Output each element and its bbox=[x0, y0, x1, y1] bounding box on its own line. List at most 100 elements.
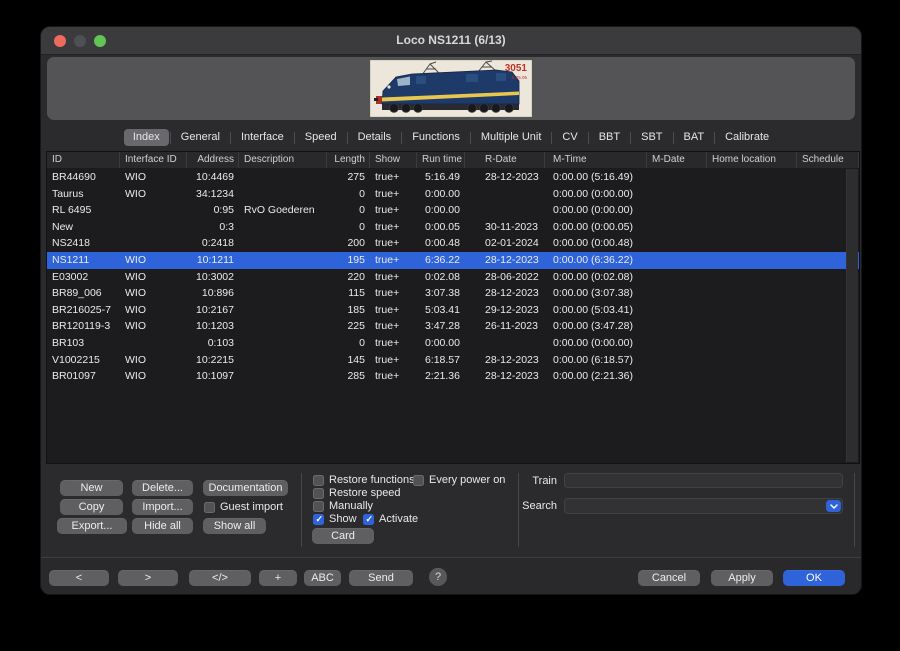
column-header-home-location[interactable]: Home location bbox=[707, 152, 797, 168]
cell: 28-12-2023 bbox=[465, 368, 545, 385]
table-row-br44690[interactable]: BR44690WIO10:4469275true+5:16.4928-12-20… bbox=[47, 169, 859, 186]
cell: WIO bbox=[120, 302, 187, 319]
cell bbox=[239, 352, 327, 369]
tab-bbt[interactable]: BBT bbox=[590, 129, 629, 146]
cell: 28-06-2022 bbox=[465, 269, 545, 286]
delete-button[interactable]: Delete... bbox=[132, 480, 193, 496]
footer-bar: < > </> + ABC Send ? Cancel Apply OK bbox=[41, 557, 861, 595]
tab-general[interactable]: General bbox=[172, 129, 229, 146]
column-header-show[interactable]: Show bbox=[370, 152, 417, 168]
tab-sbt[interactable]: SBT bbox=[632, 129, 671, 146]
show-all-button[interactable]: Show all bbox=[203, 518, 266, 534]
cell: WIO bbox=[120, 269, 187, 286]
cell: 02-01-2024 bbox=[465, 235, 545, 252]
cell bbox=[239, 169, 327, 186]
table-row-e03002[interactable]: E03002WIO10:3002220true+0:02.0828-06-202… bbox=[47, 269, 859, 286]
column-header-address[interactable]: Address bbox=[187, 152, 239, 168]
send-button[interactable]: Send bbox=[349, 570, 413, 586]
cell: RL 6495 bbox=[47, 202, 120, 219]
tab-calibrate[interactable]: Calibrate bbox=[716, 129, 778, 146]
column-header-schedule[interactable]: Schedule bbox=[797, 152, 859, 168]
column-header-m-time[interactable]: M-Time bbox=[545, 152, 647, 168]
table-row-ns2418[interactable]: NS24180:2418200true+0:00.4802-01-20240:0… bbox=[47, 235, 859, 252]
card-button[interactable]: Card bbox=[312, 528, 374, 544]
copy-button[interactable]: Copy bbox=[60, 499, 123, 515]
cell bbox=[239, 318, 327, 335]
cell: true+ bbox=[370, 368, 417, 385]
tab-details[interactable]: Details bbox=[349, 129, 401, 146]
tab-bat[interactable]: BAT bbox=[675, 129, 714, 146]
checkbox-show[interactable]: Show bbox=[313, 513, 357, 525]
cell: NS2418 bbox=[47, 235, 120, 252]
table-row-br89-006[interactable]: BR89_006WIO10:896115true+3:07.3828-12-20… bbox=[47, 285, 859, 302]
table-row-v1002215[interactable]: V1002215WIO10:2215145true+6:18.5728-12-2… bbox=[47, 352, 859, 369]
checkbox-label: Guest import bbox=[220, 501, 283, 513]
table-row-br01097[interactable]: BR01097WIO10:1097285true+2:21.3628-12-20… bbox=[47, 368, 859, 385]
table-row-br120119-3[interactable]: BR120119-3WIO10:1203225true+3:47.2826-11… bbox=[47, 318, 859, 335]
checkbox-guest-import[interactable]: Guest import bbox=[204, 501, 283, 513]
previous-loco-button[interactable]: < bbox=[49, 570, 109, 586]
checkbox-box bbox=[313, 475, 324, 486]
column-header-length[interactable]: Length bbox=[327, 152, 370, 168]
chevron-down-icon[interactable] bbox=[826, 500, 841, 512]
checkbox-box bbox=[313, 514, 324, 525]
new-button[interactable]: New bbox=[60, 480, 123, 496]
checkbox-activate[interactable]: Activate bbox=[363, 513, 418, 525]
cell: 30-11-2023 bbox=[465, 219, 545, 236]
import-button[interactable]: Import... bbox=[132, 499, 193, 515]
tab-bar: IndexGeneralInterfaceSpeedDetailsFunctio… bbox=[41, 128, 861, 147]
cell: 0:02.08 bbox=[417, 269, 465, 286]
cell: BR120119-3 bbox=[47, 318, 120, 335]
tab-cv[interactable]: CV bbox=[553, 129, 586, 146]
table-row-new[interactable]: New0:30true+0:00.0530-11-20230:00.00 (0:… bbox=[47, 219, 859, 236]
tab-index[interactable]: Index bbox=[124, 129, 169, 146]
column-header-run-time[interactable]: Run time bbox=[417, 152, 465, 168]
column-header-m-date[interactable]: M-Date bbox=[647, 152, 707, 168]
documentation-button[interactable]: Documentation bbox=[203, 480, 288, 496]
column-header-description[interactable]: Description bbox=[239, 152, 327, 168]
add-button[interactable]: + bbox=[259, 570, 297, 586]
cell: 28-12-2023 bbox=[465, 169, 545, 186]
column-header-id[interactable]: ID bbox=[47, 152, 120, 168]
table-row-taurus[interactable]: TaurusWIO34:12340true+0:00.000:00.00 (0:… bbox=[47, 186, 859, 203]
window-title: Loco NS1211 (6/13) bbox=[41, 27, 861, 54]
table-row-ns1211[interactable]: NS1211WIO10:1211195true+6:36.2228-12-202… bbox=[47, 252, 859, 269]
help-button[interactable]: ? bbox=[429, 568, 447, 586]
cell: true+ bbox=[370, 219, 417, 236]
cell: 6:36.22 bbox=[417, 252, 465, 269]
cell: 200 bbox=[327, 235, 370, 252]
tab-separator bbox=[347, 132, 348, 144]
tab-interface[interactable]: Interface bbox=[232, 129, 293, 146]
cell bbox=[120, 202, 187, 219]
vertical-scrollbar[interactable] bbox=[846, 169, 858, 462]
table-row-br103[interactable]: BR1030:1030true+0:00.000:00.00 (0:00.00) bbox=[47, 335, 859, 352]
controls-panel: New Delete... Documentation Copy Import.… bbox=[41, 471, 861, 553]
cell bbox=[647, 302, 707, 319]
checkbox-restore-speed[interactable]: Restore speed bbox=[313, 487, 401, 499]
column-header-r-date[interactable]: R-Date bbox=[465, 152, 545, 168]
column-header-interface-id[interactable]: Interface ID bbox=[120, 152, 187, 168]
ok-button[interactable]: OK bbox=[783, 570, 845, 586]
export-button[interactable]: Export... bbox=[57, 518, 127, 534]
cell bbox=[707, 202, 797, 219]
checkbox-restore-functions[interactable]: Restore functions bbox=[313, 474, 415, 486]
cell: New bbox=[47, 219, 120, 236]
cell: 5:16.49 bbox=[417, 169, 465, 186]
train-input[interactable] bbox=[564, 473, 843, 488]
table-row-br216025-7[interactable]: BR216025-7WIO10:2167185true+5:03.4129-12… bbox=[47, 302, 859, 319]
cell bbox=[647, 285, 707, 302]
hide-all-button[interactable]: Hide all bbox=[132, 518, 193, 534]
cancel-button[interactable]: Cancel bbox=[638, 570, 700, 586]
apply-button[interactable]: Apply bbox=[711, 570, 773, 586]
next-loco-button[interactable]: > bbox=[118, 570, 178, 586]
cell: BR01097 bbox=[47, 368, 120, 385]
tab-speed[interactable]: Speed bbox=[296, 129, 346, 146]
table-row-rl-6495[interactable]: RL 64950:95RvO Goederen0true+0:00.000:00… bbox=[47, 202, 859, 219]
code-button[interactable]: </> bbox=[189, 570, 251, 586]
tab-functions[interactable]: Functions bbox=[403, 129, 469, 146]
search-combobox[interactable] bbox=[564, 498, 843, 514]
tab-multiple-unit[interactable]: Multiple Unit bbox=[472, 129, 551, 146]
checkbox-manually[interactable]: Manually bbox=[313, 500, 373, 512]
tab-separator bbox=[588, 132, 589, 144]
abc-button[interactable]: ABC bbox=[304, 570, 341, 586]
